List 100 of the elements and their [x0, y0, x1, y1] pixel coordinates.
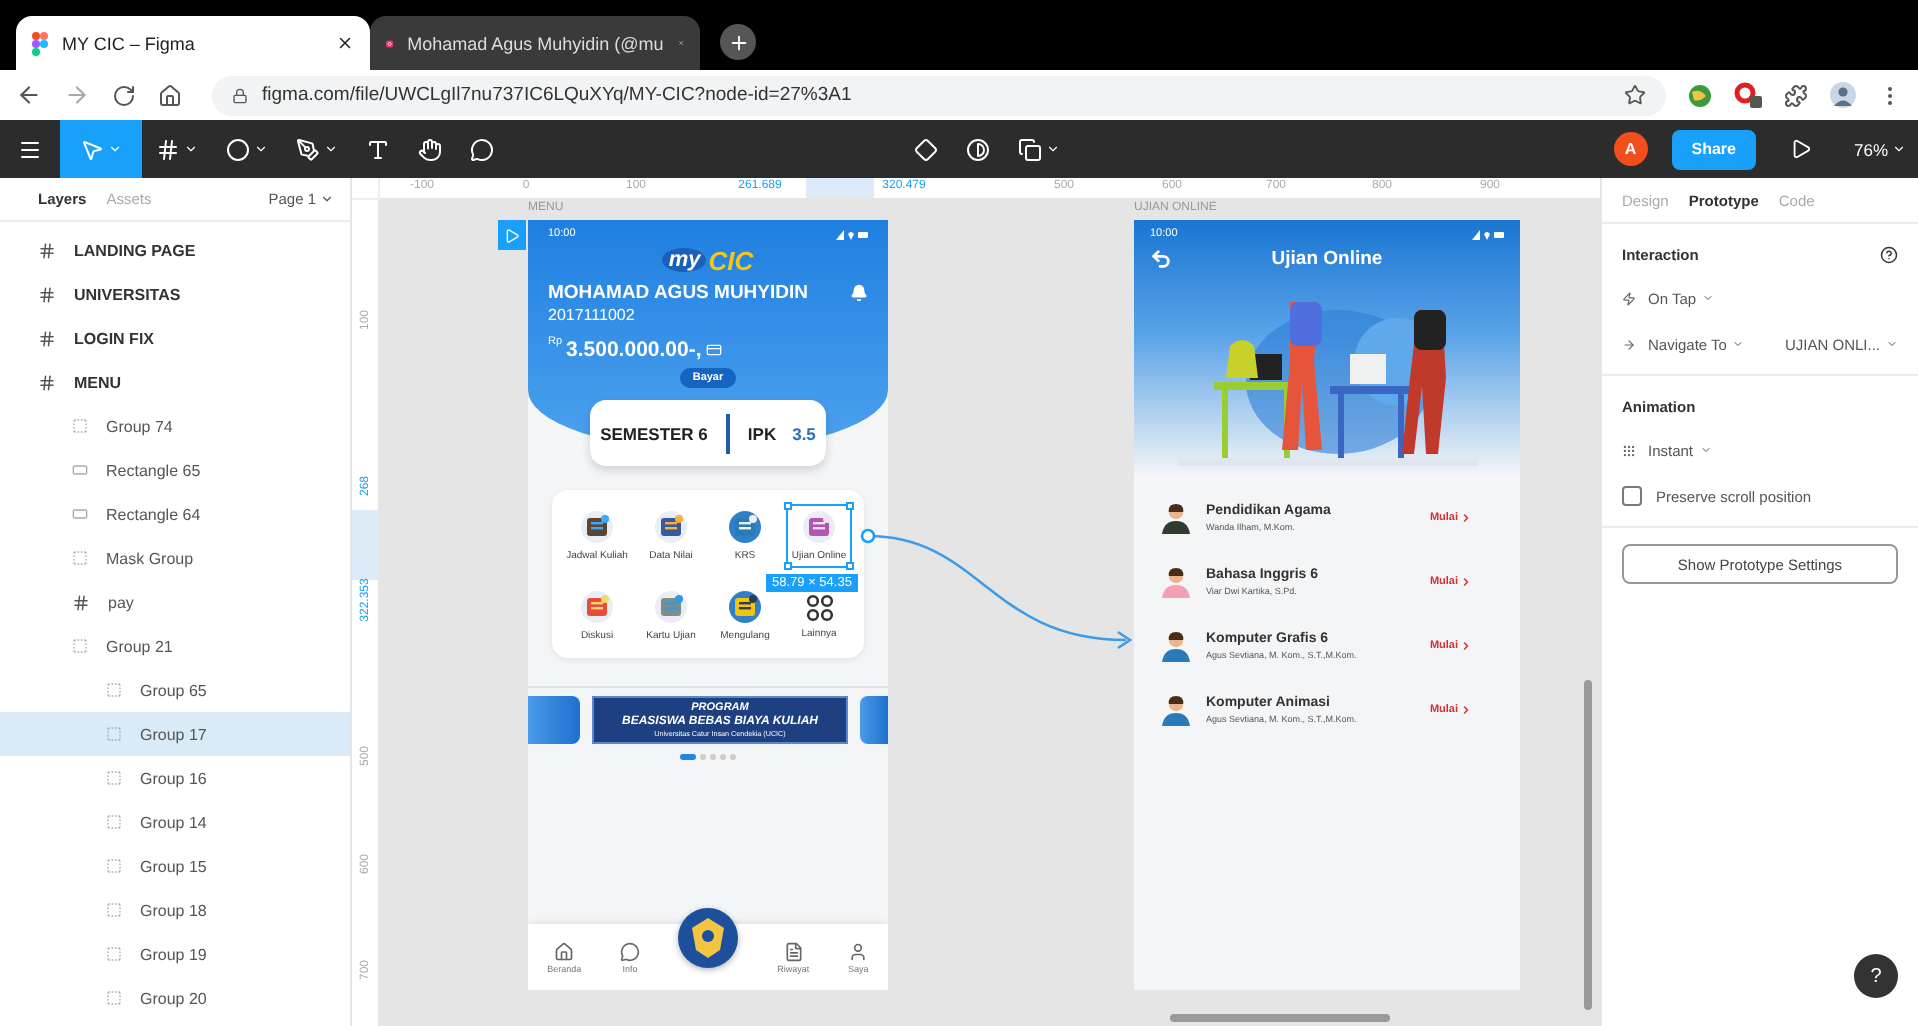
- status-bar-icon: [1472, 229, 1504, 239]
- ellipse-icon: [226, 137, 250, 161]
- document-icon: [783, 941, 804, 961]
- carousel-dot[interactable]: [730, 754, 736, 760]
- user-icon: [848, 941, 869, 961]
- caret-icon: [320, 192, 334, 206]
- card-icon: [705, 341, 722, 357]
- user-avatar[interactable]: A: [1613, 132, 1648, 166]
- zoom-dropdown[interactable]: 76%: [1853, 139, 1906, 159]
- status-bar-icon: [836, 229, 868, 239]
- layer-row[interactable]: LOGIN FIX: [0, 316, 350, 360]
- layer-row[interactable]: Group 74: [0, 404, 350, 448]
- overlap-icon: [1018, 137, 1042, 161]
- caret-icon: [254, 142, 268, 156]
- bell-icon[interactable]: [850, 284, 868, 302]
- balance-amount: 3.500.000.00-,: [566, 337, 702, 361]
- home-button[interactable]: [158, 83, 182, 107]
- menu-icon: [18, 137, 42, 161]
- chevron-icon: [1460, 704, 1472, 716]
- student-name: MOHAMAD AGUS MUHYIDIN: [548, 282, 809, 304]
- trigger-icon: [1622, 291, 1636, 305]
- contrast-icon: [966, 137, 990, 161]
- carousel-dot[interactable]: [700, 754, 706, 760]
- emblem-button[interactable]: [678, 907, 739, 967]
- comment-icon: [470, 137, 494, 161]
- caret-icon: [1886, 338, 1898, 350]
- app-logo: my CIC: [548, 242, 868, 278]
- caret-icon: [1699, 444, 1712, 456]
- layer-row[interactable]: Group 21: [0, 624, 350, 668]
- help-icon[interactable]: [1880, 245, 1898, 263]
- carousel-dot[interactable]: [710, 754, 716, 760]
- layer-row[interactable]: Group 20: [0, 976, 350, 1020]
- chat-icon: [620, 941, 640, 961]
- layer-row[interactable]: pay: [0, 580, 350, 624]
- text-icon: [366, 137, 390, 161]
- rectangle-icon: [72, 462, 88, 478]
- gpa-value: 3.5: [792, 423, 816, 443]
- diamond-icon: [914, 137, 938, 161]
- caret-icon: [1892, 142, 1906, 156]
- grip-icon: [1622, 443, 1636, 457]
- pen-icon: [296, 137, 320, 161]
- back-icon[interactable]: [1150, 247, 1172, 269]
- frame-icon: [38, 329, 56, 347]
- layer-row[interactable]: Mask Group: [0, 536, 350, 580]
- banner-slide: [528, 696, 580, 744]
- layer-row[interactable]: Group 16: [0, 756, 350, 800]
- rectangle-icon: [72, 506, 88, 522]
- layer-row[interactable]: Group 65: [0, 668, 350, 712]
- plus-icon: [727, 31, 749, 53]
- student-id: 2017111002: [548, 306, 637, 326]
- caret-icon: [1732, 338, 1745, 350]
- banner-slide: [860, 696, 888, 744]
- bookmark-star-icon[interactable]: [1624, 84, 1646, 106]
- person-icon: [1162, 566, 1190, 598]
- pointer-icon: [80, 137, 104, 161]
- back-button[interactable]: [16, 82, 42, 108]
- person-icon: [1162, 502, 1190, 534]
- home-icon: [554, 941, 575, 961]
- emblem-icon: [690, 917, 727, 957]
- layer-row[interactable]: UNIVERSITAS: [0, 272, 350, 316]
- figma-logo-icon: [32, 31, 48, 55]
- reload-button[interactable]: [112, 83, 136, 107]
- semester-label: SEMESTER 6: [600, 423, 708, 443]
- layer-row[interactable]: MENU: [0, 360, 350, 404]
- new-tab-button[interactable]: [720, 24, 756, 60]
- chevron-icon: [1460, 512, 1472, 524]
- person-icon: [1162, 694, 1190, 726]
- caret-icon: [184, 142, 198, 156]
- chevron-icon: [1460, 640, 1472, 652]
- address-bar[interactable]: figma.com/file/UWCLgIl7nu737IC6LQuXYq/MY-CIC?node-id=27%3A1: [212, 75, 1666, 115]
- caret-icon: [1702, 292, 1715, 304]
- layer-row[interactable]: Group 19: [0, 932, 350, 976]
- layer-row[interactable]: Group 14: [0, 800, 350, 844]
- puzzle-icon[interactable]: [1784, 83, 1808, 107]
- layer-row[interactable]: Rectangle 64: [0, 492, 350, 536]
- arrow-icon: [1622, 337, 1636, 351]
- hand-icon: [418, 137, 442, 161]
- play-icon: [1789, 138, 1812, 160]
- screen-title: Ujian Online: [1269, 247, 1385, 269]
- carousel-dot[interactable]: [720, 754, 726, 760]
- caret-icon: [324, 142, 338, 156]
- layer-row[interactable]: Group 18: [0, 888, 350, 932]
- chevron-icon: [1460, 576, 1472, 588]
- caret-icon: [108, 142, 122, 156]
- frame-icon: [38, 285, 56, 303]
- avatar-icon[interactable]: [1830, 82, 1856, 108]
- lock-icon: [232, 87, 248, 103]
- globe-icon[interactable]: [1688, 83, 1712, 107]
- browser-tab[interactable]: MY CIC – Figma: [16, 16, 370, 70]
- layer-row[interactable]: Rectangle 65: [0, 448, 350, 492]
- close-icon[interactable]: [336, 34, 354, 52]
- ring-icon[interactable]: [1734, 82, 1762, 108]
- flow-start-button[interactable]: [498, 220, 526, 250]
- layer-row[interactable]: Group 15: [0, 844, 350, 888]
- layer-row[interactable]: Group 17: [0, 712, 350, 756]
- frame-icon: [72, 593, 90, 611]
- play-icon: [504, 227, 520, 243]
- layer-row[interactable]: LANDING PAGE: [0, 228, 350, 272]
- gpa-label: IPK: [747, 423, 777, 443]
- browser-tab[interactable]: Mohamad Agus Muhyidin (@mu: [370, 16, 700, 70]
